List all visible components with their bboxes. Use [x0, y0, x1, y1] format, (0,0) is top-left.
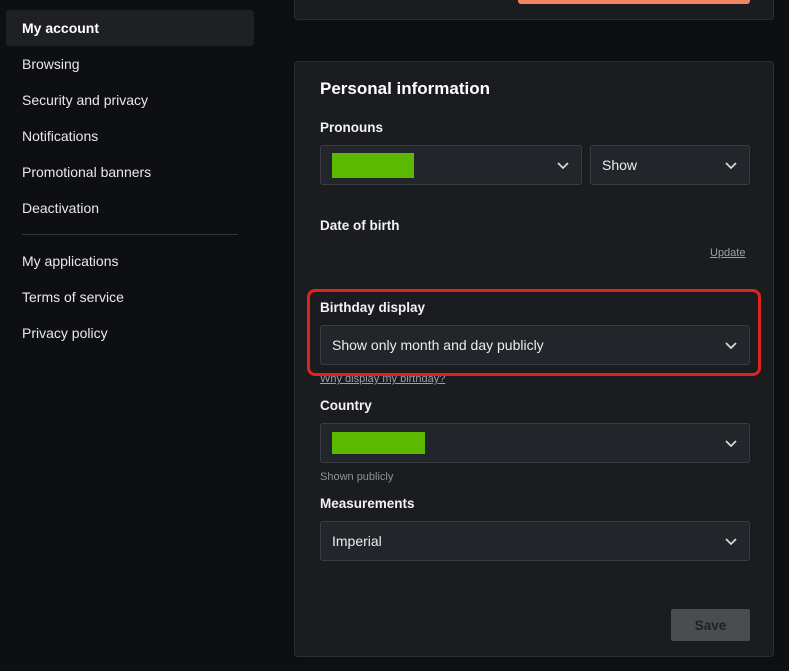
chevron-down-icon [725, 162, 737, 170]
redacted-value [332, 152, 414, 178]
pronouns-visibility-select[interactable]: Show [590, 145, 750, 185]
pronouns-label: Pronouns [320, 120, 383, 135]
sidebar-divider [22, 234, 238, 235]
birthday-display-highlight [307, 289, 761, 376]
pronouns-select[interactable] [320, 145, 582, 185]
sidebar-item-security-and-privacy[interactable]: Security and privacy [6, 82, 254, 118]
accent-button-edge[interactable] [518, 0, 750, 4]
sidebar-item-my-account[interactable]: My account [6, 10, 254, 46]
date-of-birth-label: Date of birth [320, 218, 400, 233]
measurements-value: Imperial [332, 533, 382, 549]
country-label: Country [320, 398, 372, 413]
chevron-down-icon [725, 440, 737, 448]
measurements-label: Measurements [320, 496, 415, 511]
country-helper-text: Shown publicly [320, 471, 394, 483]
chevron-down-icon [557, 162, 569, 170]
redacted-value [332, 432, 425, 454]
sidebar-item-browsing[interactable]: Browsing [6, 46, 254, 82]
chevron-down-icon [725, 538, 737, 546]
sidebar-item-promotional-banners[interactable]: Promotional banners [6, 154, 254, 190]
sidebar-item-notifications[interactable]: Notifications [6, 118, 254, 154]
update-birthdate-link[interactable]: Update [710, 247, 745, 259]
pronouns-visibility-value: Show [602, 157, 638, 173]
sidebar-item-my-applications[interactable]: My applications [6, 243, 254, 279]
settings-sidebar: My account Browsing Security and privacy… [0, 0, 262, 671]
sidebar-item-privacy-policy[interactable]: Privacy policy [6, 315, 254, 351]
measurements-select[interactable]: Imperial [320, 521, 750, 561]
sidebar-item-terms-of-service[interactable]: Terms of service [6, 279, 254, 315]
sidebar-item-deactivation[interactable]: Deactivation [6, 190, 254, 226]
country-select[interactable] [320, 423, 750, 463]
save-button[interactable]: Save [671, 609, 750, 641]
previous-section-card [294, 0, 774, 20]
section-title: Personal information [320, 79, 491, 98]
